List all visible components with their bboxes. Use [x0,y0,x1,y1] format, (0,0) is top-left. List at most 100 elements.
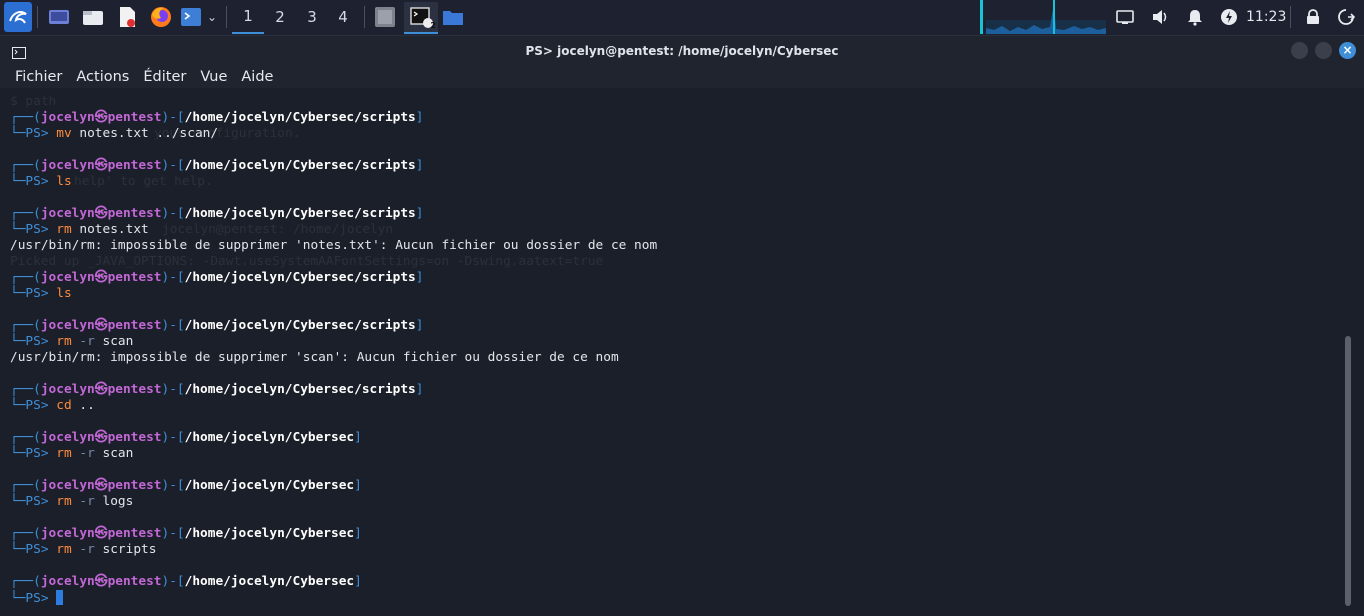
folder-icon[interactable] [441,6,465,28]
window-title: PS> jocelyn@pentest: /home/jocelyn/Cyber… [525,44,839,58]
menu-fichier[interactable]: Fichier [0,66,69,88]
menu-actions[interactable]: Actions [69,66,136,88]
prompt-frame: └─ [10,334,26,349]
prompt-host: pentest [107,430,162,445]
prompt-at: ㉿ [94,382,108,397]
prompt-label: PS> [25,446,49,461]
prompt-frame: └─ [10,286,26,301]
command-flag: -r [71,542,95,557]
ghost-text: Picked up _JAVA_OPTIONS: -Dawt.useSystem… [10,254,604,269]
show-desktop-icon[interactable] [47,6,71,28]
prompt-at: ㉿ [94,110,108,125]
menu-vue[interactable]: Vue [193,66,234,88]
terminal-task[interactable]: 2 [404,2,438,34]
prompt-frame: )-[ [161,110,185,125]
workspace-4[interactable]: 4 [327,0,359,34]
command-line: └─PS> ls [10,174,72,190]
firefox-icon[interactable] [149,6,173,28]
prompt-host: pentest [107,270,162,285]
power-icon[interactable] [1219,6,1239,28]
prompt-header: ┌──(jocelyn㉿pentest)-[/home/jocelyn/Cybe… [10,574,362,590]
prompt-label: PS> [25,334,49,349]
terminal-output[interactable]: $ path your configuration. help' to get he… [0,94,1340,616]
prompt-frame: ┌──( [10,574,41,589]
command-args: logs [94,494,134,509]
ghost-text: help' to get help. [74,174,213,189]
command-name: rm [56,494,72,509]
workspace-2[interactable]: 2 [264,0,296,34]
command-line: └─PS> rm -r logs [10,494,133,510]
prompt-frame: ] [415,318,424,333]
workspace-3[interactable]: 3 [296,0,328,34]
scrollbar[interactable] [1345,336,1351,606]
command-line: └─PS> rm notes.txt [10,222,149,238]
prompt-frame: ┌──( [10,382,41,397]
prompt-user: jocelyn [40,574,95,589]
prompt-path: /home/jocelyn/Cybersec/scripts [184,206,416,221]
logout-icon[interactable] [1336,6,1356,28]
bell-icon[interactable] [1185,6,1205,28]
workspace-1[interactable]: 1 [232,0,264,34]
ghost-text: jocelyn@pentest: /home/jocelyn [162,222,394,237]
prompt-user: jocelyn [40,270,95,285]
text-editor-icon[interactable] [115,6,139,28]
prompt-frame: ] [354,526,362,541]
prompt-frame: )-[ [161,270,185,285]
menu-aide[interactable]: Aide [234,66,280,88]
prompt-frame: ┌──( [10,430,41,445]
command-args: notes.txt [71,222,149,237]
prompt-path: /home/jocelyn/Cybersec/scripts [184,270,416,285]
prompt-label: PS> [25,222,49,237]
clock[interactable]: 11:23 [1246,0,1286,34]
minimize-button[interactable] [1291,42,1308,59]
prompt-frame: )-[ [161,526,185,541]
terminal-icon[interactable] [180,6,202,28]
command-name: rm [56,446,72,461]
chevron-down-icon[interactable]: ⌄ [205,6,219,28]
prompt-header: ┌──(jocelyn㉿pentest)-[/home/jocelyn/Cybe… [10,430,362,446]
prompt-path: /home/jocelyn/Cybersec [184,574,355,589]
command-name: rm [56,222,72,237]
kali-dragon-icon[interactable] [4,2,32,32]
prompt-frame: )-[ [161,206,185,221]
prompt-header: ┌──(jocelyn㉿pentest)-[/home/jocelyn/Cybe… [10,478,362,494]
window-icon[interactable] [372,6,398,28]
menu-bar: Fichier Actions Éditer Vue Aide [0,66,1364,88]
lock-icon[interactable] [1303,6,1323,28]
prompt-path: /home/jocelyn/Cybersec/scripts [184,110,416,125]
prompt-at: ㉿ [94,574,108,589]
prompt-at: ㉿ [94,206,108,221]
prompt-label: PS> [25,126,49,141]
prompt-label: PS> [25,174,49,189]
prompt-frame: )-[ [161,318,185,333]
close-button[interactable]: × [1339,42,1356,59]
volume-icon[interactable] [1150,6,1172,28]
prompt-frame: ] [415,270,424,285]
prompt-path: /home/jocelyn/Cybersec/scripts [184,158,416,173]
prompt-frame: └─ [10,494,26,509]
prompt-at: ㉿ [94,430,108,445]
prompt-frame: ┌──( [10,206,41,221]
prompt-header: ┌──(jocelyn㉿pentest)-[/home/jocelyn/Cybe… [10,110,423,126]
prompt-user: jocelyn [40,382,95,397]
prompt-frame: ┌──( [10,158,41,173]
prompt-header: ┌──(jocelyn㉿pentest)-[/home/jocelyn/Cybe… [10,318,423,334]
prompt-label: PS> [25,591,49,606]
command-flag: -r [71,334,95,349]
command-line: └─PS> ls [10,286,72,302]
prompt-frame: └─ [10,446,26,461]
command-args: scan [94,446,134,461]
maximize-button[interactable] [1315,42,1332,59]
prompt-path: /home/jocelyn/Cybersec [184,526,355,541]
prompt-at: ㉿ [94,526,108,541]
menu-editer[interactable]: Éditer [136,66,193,88]
prompt-frame: ┌──( [10,318,41,333]
prompt-user: jocelyn [40,526,95,541]
file-manager-icon[interactable] [81,6,105,28]
command-line: └─PS> rm -r scan [10,446,133,462]
title-bar[interactable]: PS> jocelyn@pentest: /home/jocelyn/Cyber… [0,36,1364,66]
ghost-text: $ path [10,94,57,109]
network-icon[interactable] [1114,6,1136,28]
command-line: └─PS> rm -r scripts [10,542,156,558]
